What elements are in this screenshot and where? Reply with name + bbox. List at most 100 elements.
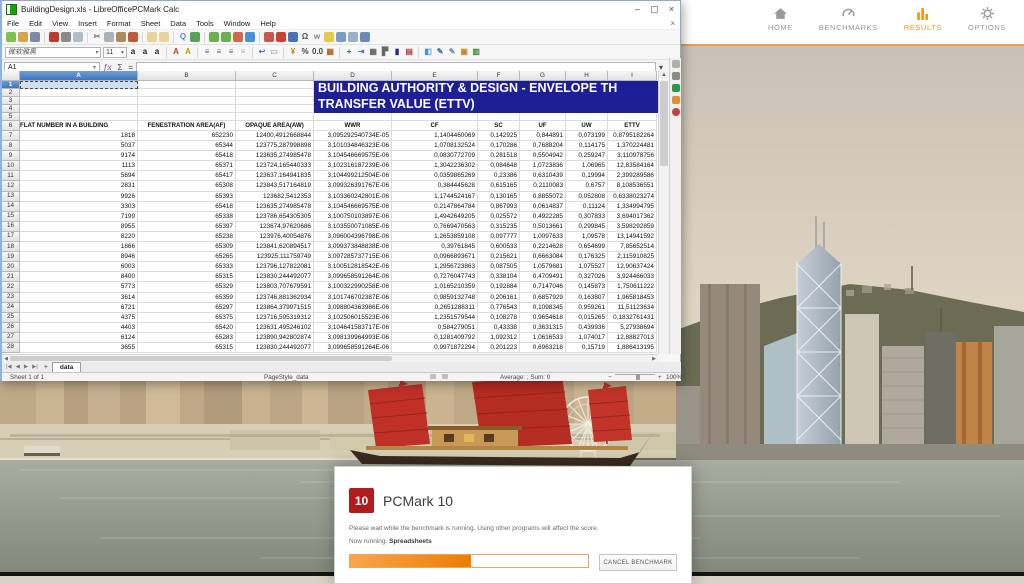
cell[interactable]: 0,0830772709 [392, 151, 478, 161]
cell[interactable]: 1,965818453 [608, 293, 657, 303]
special-character-icon[interactable]: Ω [300, 32, 310, 42]
menu-sheet[interactable]: Sheet [136, 19, 166, 28]
cell[interactable]: 3,099658591264E-06 [314, 343, 392, 353]
cell[interactable]: 0,9859132748 [392, 293, 478, 303]
cell[interactable]: 123890,942802874 [236, 333, 314, 343]
cell[interactable]: 3,110978756 [608, 151, 657, 161]
column-header-H[interactable]: H [566, 71, 608, 81]
cell[interactable]: 1,0579681 [520, 262, 566, 272]
row-header-20[interactable]: 20 [2, 262, 20, 272]
copy-icon[interactable] [104, 32, 114, 42]
horizontal-scroll-thumb[interactable] [10, 356, 392, 361]
cell[interactable]: 0,315235 [478, 222, 520, 232]
cell[interactable]: 0,108278 [478, 313, 520, 323]
cell[interactable]: 123830,244492077 [236, 272, 314, 282]
cell[interactable]: 0,23386 [478, 171, 520, 181]
cell[interactable]: 0,170286 [478, 141, 520, 151]
paste-icon[interactable] [116, 32, 126, 42]
cell[interactable] [20, 81, 138, 89]
cell[interactable]: 9926 [20, 192, 138, 202]
cell[interactable]: 5,27938694 [608, 323, 657, 333]
cell[interactable]: 65309 [138, 242, 236, 252]
header-cell[interactable]: UW [566, 121, 608, 131]
open-folder-icon[interactable] [18, 32, 28, 42]
column-header-I[interactable]: I [608, 71, 657, 81]
row-header-7[interactable]: 7 [2, 131, 20, 141]
bold-icon[interactable]: a [128, 47, 138, 57]
row-header-3[interactable]: 3 [2, 97, 20, 105]
header-cell[interactable]: FLAT NUMBER IN A BUILDING [20, 121, 138, 131]
cell[interactable]: 0,015265 [566, 313, 608, 323]
cell[interactable]: 0,654699 [566, 242, 608, 252]
row-header-18[interactable]: 18 [2, 242, 20, 252]
cell[interactable]: 7,85652514 [608, 242, 657, 252]
tab-nav-1-icon[interactable]: ◀ [16, 364, 20, 370]
cell[interactable]: 3,924466033 [608, 272, 657, 282]
chevron-down-icon[interactable]: ▾ [95, 49, 98, 56]
cell[interactable]: 123635,274985478 [236, 151, 314, 161]
cell[interactable]: 1,09578 [566, 232, 608, 242]
cell[interactable]: 3,104499212504E-06 [314, 171, 392, 181]
cell[interactable]: 0,176325 [566, 252, 608, 262]
cell[interactable] [236, 97, 314, 105]
cell[interactable]: 3,098804363986E-06 [314, 303, 392, 313]
cell[interactable] [392, 113, 478, 121]
row-header-16[interactable]: 16 [2, 222, 20, 232]
cell[interactable]: 12,88827013 [608, 333, 657, 343]
freeze-panes-icon[interactable] [348, 32, 358, 42]
cell[interactable]: 3,098139964993E-06 [314, 333, 392, 343]
column-header-E[interactable]: E [392, 71, 478, 81]
cell[interactable]: 3,100512818542E-06 [314, 262, 392, 272]
cell[interactable]: 0,084648 [478, 161, 520, 171]
tab-nav-0-icon[interactable]: |◀ [6, 364, 12, 370]
cell[interactable]: 3,095292540734E-05 [314, 131, 392, 141]
gallery-icon[interactable] [672, 96, 680, 104]
cell[interactable]: 65329 [138, 282, 236, 292]
cell[interactable]: 0,43338 [478, 323, 520, 333]
header-cell[interactable]: OPAQUE AREA(AW) [236, 121, 314, 131]
cell[interactable]: 0,7147046 [520, 282, 566, 292]
cell[interactable]: 65297 [138, 303, 236, 313]
menu-file[interactable]: File [2, 19, 24, 28]
align-right-icon[interactable]: ≡ [226, 47, 236, 57]
cell[interactable]: 0,6963218 [520, 343, 566, 353]
cell[interactable]: 3,104546669575E-06 [314, 151, 392, 161]
cell[interactable]: 123682,5412353 [236, 192, 314, 202]
cell[interactable]: 3,101034846323E-06 [314, 141, 392, 151]
cell[interactable]: 1,2956723863 [392, 262, 478, 272]
row-header-15[interactable]: 15 [2, 212, 20, 222]
cell[interactable]: 0,867993 [478, 202, 520, 212]
align-left-icon[interactable]: ≡ [202, 47, 212, 57]
menu-insert[interactable]: Insert [73, 19, 102, 28]
cell[interactable]: 123830,244492077 [236, 343, 314, 353]
column-header-B[interactable]: B [138, 71, 236, 81]
cell[interactable]: 123746,881362934 [236, 293, 314, 303]
cell[interactable]: 0,2147864784 [392, 202, 478, 212]
cell[interactable]: 123841,620894517 [236, 242, 314, 252]
justify-icon[interactable]: ≡ [238, 47, 248, 57]
cell[interactable]: 1,1744524167 [392, 192, 478, 202]
row-header-12[interactable]: 12 [2, 181, 20, 191]
cell[interactable]: 0,1098345 [520, 303, 566, 313]
row-header-4[interactable]: 4 [2, 105, 20, 113]
cell[interactable]: 0,025572 [478, 212, 520, 222]
cell[interactable]: 0,6310439 [520, 171, 566, 181]
cell[interactable] [20, 89, 138, 97]
select-all-corner[interactable] [2, 71, 20, 81]
cell[interactable]: 8,108536551 [608, 181, 657, 191]
cell[interactable] [566, 113, 608, 121]
cell[interactable]: 1,2653859108 [392, 232, 478, 242]
insert-column-icon[interactable] [221, 32, 231, 42]
cell[interactable]: 3,100750103897E-06 [314, 212, 392, 222]
row-header-2[interactable]: 2 [2, 89, 20, 97]
number-format-icon[interactable]: 0.0 [312, 47, 323, 57]
cell[interactable]: 9174 [20, 151, 138, 161]
cell[interactable]: 3614 [20, 293, 138, 303]
header-cell[interactable]: ETTV [608, 121, 657, 131]
zoom-in-button[interactable]: + [658, 374, 662, 381]
cell[interactable]: 12400,4912668844 [236, 131, 314, 141]
minimize-button[interactable]: – [629, 1, 646, 17]
chevron-down-icon[interactable]: ▾ [93, 64, 96, 71]
maximize-button[interactable]: ▢ [646, 1, 663, 17]
cell[interactable]: 65344 [138, 141, 236, 151]
